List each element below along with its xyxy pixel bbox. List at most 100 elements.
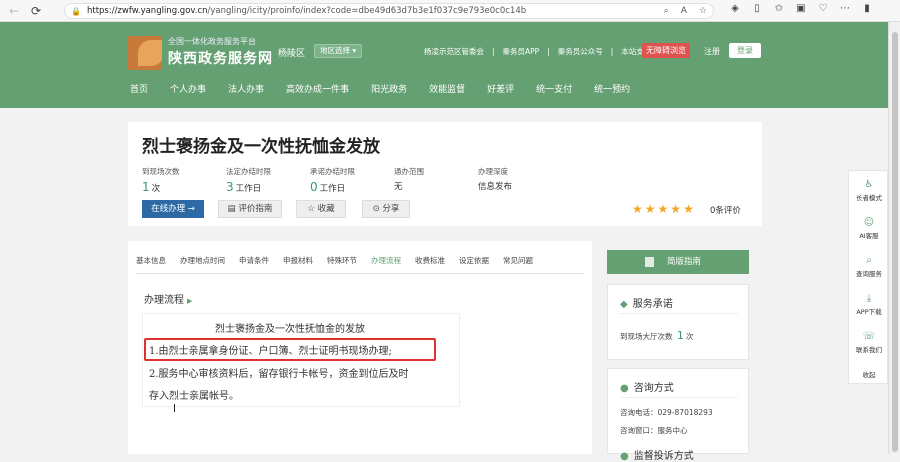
tab-conditions[interactable]: 申请条件 xyxy=(239,255,269,266)
simple-guide-button[interactable]: 简版指南 xyxy=(607,250,749,274)
nav-item[interactable]: 统一支付 xyxy=(536,82,572,95)
rating-count[interactable]: 0条评价 xyxy=(710,204,741,216)
consult-window: 咨询窗口：服务中心 xyxy=(620,426,688,435)
stat-legal-limit: 法定办结时限 3 工作日 xyxy=(226,167,271,194)
nav-item[interactable]: 效能监督 xyxy=(429,82,465,95)
online-apply-button[interactable]: 在线办理 → xyxy=(142,200,204,218)
scrollbar-thumb[interactable] xyxy=(892,32,898,452)
nav-item[interactable]: 高效办成一件事 xyxy=(286,82,349,95)
health-icon[interactable]: ♡ xyxy=(812,3,834,14)
complaint-title: ● 监督投诉方式 xyxy=(620,451,694,462)
address-bar[interactable]: 🔒 https://zwfw.yangling.gov.cn /yangling… xyxy=(64,3,714,19)
rating-stars: ★ ★ ★ ★ ★ xyxy=(632,202,696,216)
floating-toolbar: ♿ 长者模式 ☺ AI客服 ⌕ 查询服务 ⤓ APP下载 ☏ 联系我们 收起 xyxy=(848,170,888,384)
read-aloud-icon[interactable]: A xyxy=(681,6,687,16)
top-links: 杨凌示范区管委会| 秦务员APP| 秦务员公众号| 本站支持IPv6 xyxy=(424,46,675,57)
star-icon: ★ xyxy=(657,202,669,216)
detail-tabs: 基本信息 办理地点时间 申请条件 申报材料 特殊环节 办理流程 收费标准 设定依… xyxy=(136,255,547,266)
service-summary-card: 烈士褒扬金及一次性抚恤金发放 到现场次数 1次 法定办结时限 3 工作日 承诺办结… xyxy=(128,122,762,226)
browser-toolbar: ← ⟳ 🔒 https://zwfw.yangling.gov.cn /yang… xyxy=(0,0,900,22)
star-icon: ★ xyxy=(644,202,656,216)
download-icon: ⤓ xyxy=(866,293,872,304)
more-icon[interactable]: ⋯ xyxy=(834,3,856,14)
login-button[interactable]: 登录 xyxy=(729,43,761,58)
register-link[interactable]: 注册 xyxy=(704,46,720,57)
tab-fees[interactable]: 收费标准 xyxy=(415,255,445,266)
nav-item[interactable]: 好差评 xyxy=(487,82,514,95)
stat-depth: 办理深度 信息发布 xyxy=(478,167,513,192)
tab-basic-info[interactable]: 基本信息 xyxy=(136,255,166,266)
back-icon[interactable]: ← xyxy=(6,3,22,19)
guide-icon: ▤ xyxy=(227,204,236,214)
star-icon: ★ xyxy=(632,202,643,216)
split-screen-icon[interactable]: ▯ xyxy=(746,3,768,14)
nav-item[interactable]: 阳光政务 xyxy=(371,82,407,95)
tab-divider xyxy=(136,273,584,274)
stat-visits: 到现场次数 1次 xyxy=(142,167,180,194)
tab-process[interactable]: 办理流程 xyxy=(371,255,401,266)
tab-faq[interactable]: 常见问题 xyxy=(503,255,533,266)
zoom-icon[interactable]: ⌕ xyxy=(664,6,669,16)
consult-card: ● 咨询方式 咨询电话：029-87018293 咨询窗口：服务中心 ● 监督投诉方… xyxy=(607,368,749,462)
accessibility-button[interactable]: 无障碍浏览 xyxy=(642,43,690,58)
page-scrollbar[interactable] xyxy=(888,22,900,454)
site-name[interactable]: 陕西政务服务网 xyxy=(168,48,273,68)
tab-special-steps[interactable]: 特殊环节 xyxy=(327,255,357,266)
url-host: https://zwfw.yangling.gov.cn xyxy=(86,6,208,16)
text-cursor xyxy=(174,404,175,412)
document-icon xyxy=(645,257,654,267)
nav-item[interactable]: 个人办事 xyxy=(170,82,206,95)
nav-item[interactable]: 法人办事 xyxy=(228,82,264,95)
highlight-box xyxy=(144,338,436,361)
app-download-button[interactable]: ⤓ APP下载 xyxy=(849,293,889,316)
site-logo[interactable] xyxy=(128,36,162,70)
favorite-star-icon[interactable]: ☆ xyxy=(699,6,707,16)
collapse-button[interactable]: 收起 xyxy=(849,369,889,379)
query-service-button[interactable]: ⌕ 查询服务 xyxy=(849,255,889,278)
star-icon: ★ xyxy=(683,202,694,216)
share-button[interactable]: ⊙ 分享 xyxy=(362,200,410,218)
top-link[interactable]: 杨凌示范区管委会 xyxy=(424,46,484,57)
triangle-icon: ▶ xyxy=(187,297,193,305)
contact-us-button[interactable]: ☏ 联系我们 xyxy=(849,331,889,354)
ai-service-button[interactable]: ☺ AI客服 xyxy=(849,217,889,240)
site-header: 全国一体化政务服务平台 陕西政务服务网 杨陵区 地区选择 ▾ 杨凌示范区管委会 |… xyxy=(0,22,888,108)
site-subtitle: 全国一体化政务服务平台 xyxy=(168,37,256,46)
favorites-icon[interactable]: ✩ xyxy=(768,3,790,14)
lock-icon: 🔒 xyxy=(71,6,81,16)
elder-mode-button[interactable]: ♿ 长者模式 xyxy=(849,179,889,202)
url-path: /yangling/icity/proinfo/index?code=dbe49… xyxy=(207,6,527,16)
collect-button[interactable]: ☆ 收藏 xyxy=(296,200,346,218)
process-heading: 烈士褒扬金及一次性抚恤金的发放 xyxy=(215,324,365,335)
share-icon: ⊙ xyxy=(372,204,380,214)
promise-card: ◆ 服务承诺 到现场大厅次数 1次 xyxy=(607,284,749,360)
extensions-icon[interactable]: ◈ xyxy=(724,3,746,14)
promise-visits: 到现场大厅次数 1次 xyxy=(620,329,694,342)
top-link[interactable]: 秦务员APP xyxy=(503,46,540,57)
promise-icon: ◆ xyxy=(620,299,628,310)
robot-icon: ☺ xyxy=(863,217,875,228)
sidebar-toggle-icon[interactable]: ▮ xyxy=(856,3,878,14)
nav-item[interactable]: 统一预约 xyxy=(594,82,630,95)
stat-promise-limit: 承诺办结时限 0 工作日 xyxy=(310,167,355,194)
process-step-2: 2.服务中心审核资料后，留存银行卡帐号，资金到位后及时 xyxy=(149,369,409,380)
tab-materials[interactable]: 申报材料 xyxy=(283,255,313,266)
stat-scope: 通办范围 无 xyxy=(394,167,424,192)
guide-button[interactable]: ▤ 评价指南 xyxy=(218,200,282,218)
star-icon: ★ xyxy=(670,202,682,216)
page-title: 烈士褒扬金及一次性抚恤金发放 xyxy=(142,137,380,157)
top-link[interactable]: 秦务员公众号 xyxy=(558,46,603,57)
consult-phone: 咨询电话：029-87018293 xyxy=(620,408,713,417)
consult-icon: ● xyxy=(620,383,629,394)
search-icon: ⌕ xyxy=(866,255,872,266)
nav-item[interactable]: 首页 xyxy=(130,82,148,95)
tab-location-time[interactable]: 办理地点时间 xyxy=(180,255,225,266)
refresh-icon[interactable]: ⟳ xyxy=(28,3,44,19)
complaint-icon: ● xyxy=(620,451,629,462)
current-region: 杨陵区 xyxy=(278,49,306,59)
collections-icon[interactable]: ▣ xyxy=(790,3,812,14)
main-nav: 首页 个人办事 法人办事 高效办成一件事 阳光政务 效能监督 好差评 统一支付 … xyxy=(130,82,652,95)
tab-basis[interactable]: 设定依据 xyxy=(459,255,489,266)
region-select-button[interactable]: 地区选择 ▾ xyxy=(314,44,363,58)
process-step-2-cont: 存入烈士亲属帐号。 xyxy=(149,391,239,402)
